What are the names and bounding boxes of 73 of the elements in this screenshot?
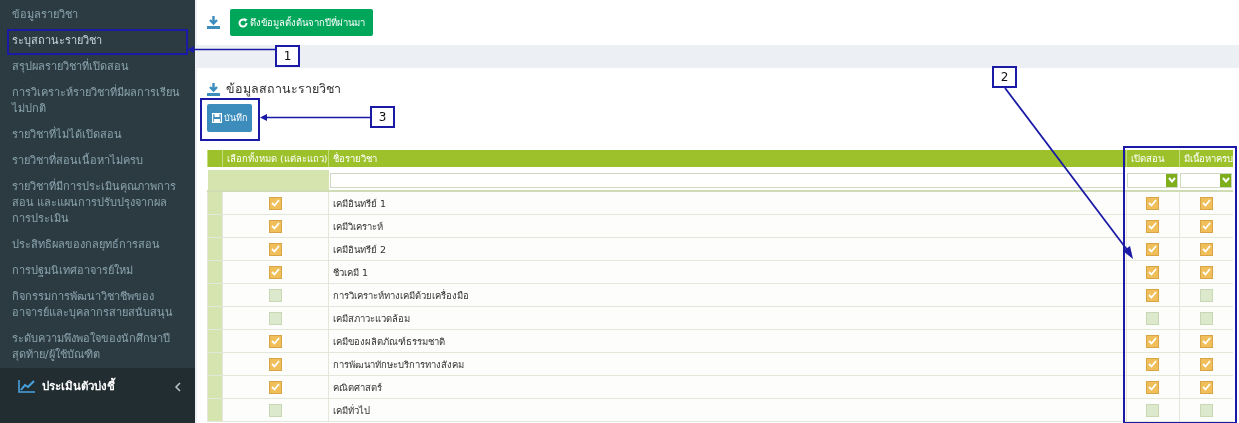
sidebar-item[interactable]: ข้อมูลรายวิชา — [10, 7, 183, 23]
checkbox[interactable] — [1199, 403, 1213, 417]
table-cell: เคมีสภาวะแวดล้อม — [328, 306, 1126, 330]
checkbox[interactable] — [269, 265, 282, 279]
column-header: เปิดสอน — [1126, 150, 1179, 169]
sidebar-section-label[interactable]: ประเมินตัวบ่งชี้ — [42, 378, 168, 394]
callout-label: 3 — [370, 106, 395, 128]
checkbox[interactable] — [1199, 242, 1213, 256]
sidebar-item[interactable]: สรุปผลรายวิชาที่เปิดสอน — [10, 59, 183, 75]
checkbox[interactable] — [1199, 219, 1213, 233]
table-cell: เคมีวิเคราะห์ — [328, 214, 1126, 238]
checkbox[interactable] — [269, 288, 282, 302]
column-header: ชื่อรายวิชา — [328, 150, 1126, 169]
sidebar-item[interactable]: รายวิชาที่ไม่ได้เปิดสอน — [10, 127, 183, 143]
chevron-down-icon[interactable] — [1221, 177, 1230, 183]
table-cell: เคมีของผลิตภัณฑ์ธรรมชาติ — [328, 329, 1126, 353]
checkbox[interactable] — [1146, 334, 1159, 348]
sidebar-item[interactable]: กิจกรรมการพัฒนาวิชาชีพของอาจารย์และบุคลากรสายสนับสนุน — [10, 289, 183, 321]
checkbox[interactable] — [1199, 288, 1213, 302]
checkbox[interactable] — [1146, 196, 1159, 210]
checkbox[interactable] — [1146, 311, 1159, 325]
checkbox[interactable] — [269, 311, 282, 325]
checkbox[interactable] — [1199, 357, 1213, 371]
checkbox[interactable] — [1146, 288, 1159, 302]
checkbox[interactable] — [1199, 265, 1213, 279]
checkbox[interactable] — [1146, 403, 1159, 417]
table-cell: การวิเคราะห์ทางเคมีด้วยเครื่องมือ — [328, 283, 1126, 307]
checkbox[interactable] — [1146, 380, 1159, 394]
chevron-down-icon[interactable] — [1167, 177, 1176, 183]
download-icon — [207, 16, 220, 29]
checkbox[interactable] — [1146, 265, 1159, 279]
line-chart-icon — [18, 379, 36, 393]
checkbox[interactable] — [1146, 357, 1159, 371]
filter-select[interactable] — [1127, 172, 1178, 188]
save-button[interactable]: บันทึก — [207, 104, 252, 132]
table-cell: ชีวเคมี 1 — [328, 260, 1126, 284]
download-icon — [207, 82, 220, 96]
checkbox[interactable] — [269, 219, 282, 233]
sidebar-item[interactable]: การวิเคราะห์รายวิชาที่มีผลการเรียนไม่ปกติ — [10, 85, 183, 117]
callout-label: 1 — [275, 45, 300, 67]
sidebar-item[interactable]: ระดับความพึงพอใจของนักศึกษาปีสุดท้าย/ผู้ใช้บัณฑิต — [10, 331, 183, 363]
table-cell: เคมีทั่วไป — [328, 398, 1126, 422]
sidebar-item[interactable]: รายวิชาที่มีการประเมินคุณภาพการสอน และแผนการปรับปรุงจากผลการประเมิน — [10, 179, 183, 227]
checkbox[interactable] — [269, 196, 282, 210]
sidebar-item[interactable]: ระบุสถานะรายวิชา — [10, 33, 183, 49]
highlight-frame — [200, 98, 260, 141]
checkbox[interactable] — [1199, 311, 1213, 325]
checkbox[interactable] — [269, 403, 282, 417]
sidebar-item[interactable]: รายวิชาที่สอนเนื้อหาไม่ครบ — [10, 153, 183, 169]
checkbox[interactable] — [1199, 380, 1213, 394]
checkbox[interactable] — [269, 334, 282, 348]
import-button[interactable]: ดึงข้อมูลตั้งต้นจากปีที่ผ่านมา — [230, 9, 373, 36]
filter-field[interactable] — [329, 172, 1125, 188]
table-cell: การพัฒนาทักษะบริการทางสังคม — [328, 352, 1126, 376]
table-cell: เคมีอินทรีย์ 1 — [328, 191, 1126, 215]
filter-select[interactable] — [1180, 172, 1232, 188]
sidebar-item[interactable]: ประสิทธิผลของกลยุทธ์การสอน — [10, 237, 183, 253]
callout-label: 2 — [992, 66, 1017, 88]
table-cell: เคมีอินทรีย์ 2 — [328, 237, 1126, 261]
checkbox[interactable] — [269, 357, 282, 371]
column-header: มีเนื้อหาครบ — [1179, 150, 1233, 169]
column-header: เลือกทั้งหมด (แต่ละแถว) — [222, 150, 329, 169]
checkbox[interactable] — [1146, 219, 1159, 233]
checkbox[interactable] — [269, 242, 282, 256]
table-cell: คณิตศาสตร์ — [328, 375, 1126, 399]
checkbox[interactable] — [1199, 196, 1213, 210]
checkbox[interactable] — [269, 380, 282, 394]
checkbox[interactable] — [1146, 242, 1159, 256]
section-title: ข้อมูลสถานะรายวิชา — [226, 80, 341, 99]
refresh-icon — [238, 17, 248, 28]
chevron-left-icon[interactable] — [174, 382, 181, 392]
checkbox[interactable] — [1199, 334, 1213, 348]
sidebar-item[interactable]: การปฐมนิเทศอาจารย์ใหม่ — [10, 263, 183, 279]
